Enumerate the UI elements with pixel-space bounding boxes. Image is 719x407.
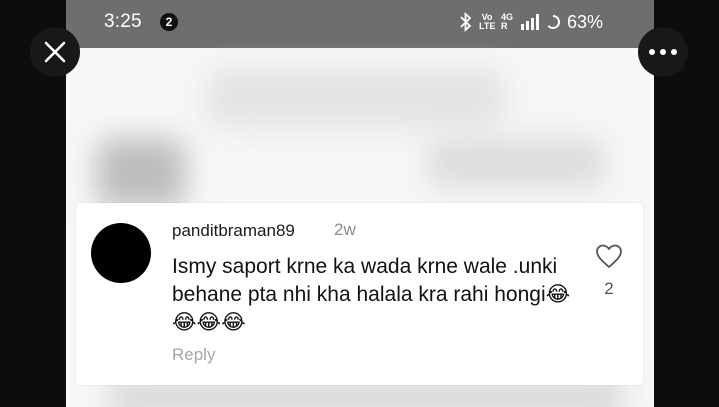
battery-icon bbox=[546, 15, 560, 29]
comment-text: Ismy saport krne ka wada krne wale .unki… bbox=[172, 255, 571, 334]
notification-count-badge: 2 bbox=[160, 13, 178, 31]
comment-username[interactable]: panditbraman89 bbox=[172, 221, 295, 241]
reply-button[interactable]: Reply bbox=[172, 345, 215, 365]
heart-icon[interactable] bbox=[595, 243, 623, 269]
more-options-button[interactable] bbox=[638, 27, 688, 77]
more-options-icon bbox=[649, 49, 677, 55]
blurred-shape bbox=[206, 68, 506, 128]
close-button[interactable] bbox=[30, 27, 80, 77]
network-type-icon: 4G R bbox=[501, 12, 514, 31]
bluetooth-icon bbox=[460, 12, 472, 32]
battery-percentage: 63% bbox=[567, 11, 604, 32]
avatar[interactable] bbox=[91, 223, 151, 283]
blurred-shape bbox=[426, 138, 606, 188]
status-time: 3:25 bbox=[104, 11, 142, 32]
status-icons: Vo LTE 4G R 63% bbox=[459, 11, 603, 33]
signal-icon bbox=[521, 14, 539, 30]
status-bar: 3:25 2 Vo LTE 4G R 63% bbox=[66, 0, 654, 48]
blurred-shape bbox=[96, 138, 186, 208]
comment-card: panditbraman89 2w Ismy saport krne ka wa… bbox=[76, 203, 643, 385]
comment-timestamp: 2w bbox=[334, 220, 356, 239]
like-count: 2 bbox=[604, 279, 614, 298]
volte-icon: Vo LTE bbox=[479, 12, 496, 31]
close-icon bbox=[44, 41, 66, 63]
